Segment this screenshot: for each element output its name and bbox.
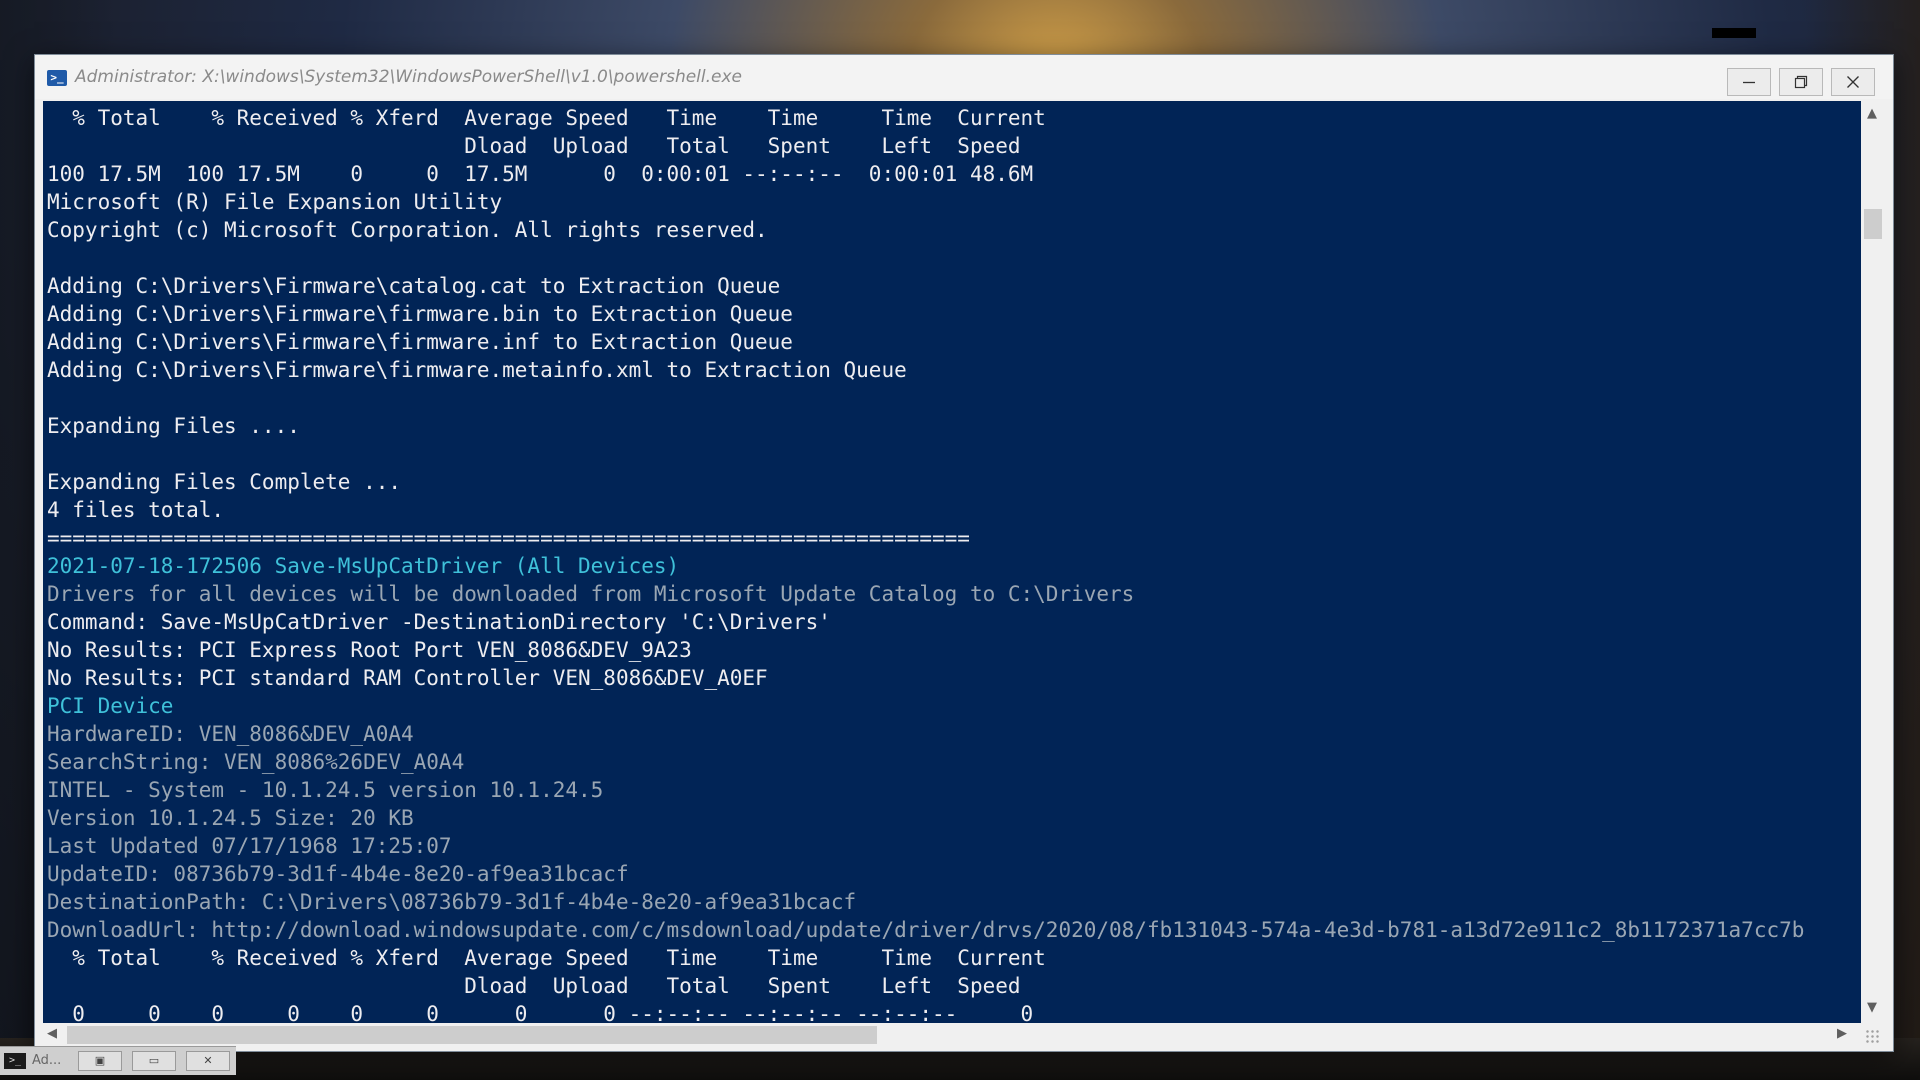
window-title: Administrator: X:\windows\System32\Windo… — [75, 67, 743, 87]
console-line: Adding C:\Drivers\Firmware\catalog.cat t… — [47, 274, 781, 298]
console-line: 4 files total. — [47, 498, 225, 522]
console-line: Adding C:\Drivers\Firmware\firmware.meta… — [47, 358, 907, 382]
title-bar[interactable]: >_ Administrator: X:\windows\System32\Wi… — [35, 55, 1893, 99]
console-line: Expanding Files .... — [47, 414, 300, 438]
resize-grip[interactable] — [1865, 1029, 1881, 1045]
scroll-right-icon[interactable]: ▶ — [1837, 1027, 1847, 1041]
console-line: No Results: PCI Express Root Port VEN_80… — [47, 638, 692, 662]
mini-maximize-button[interactable]: ▭ — [132, 1051, 176, 1071]
horizontal-scroll-thumb[interactable] — [67, 1026, 877, 1044]
console-text: % Total % Received % Xferd Average Speed… — [43, 101, 1861, 1023]
console-line: DestinationPath: C:\Drivers\08736b79-3d1… — [47, 890, 857, 914]
maximize-button[interactable] — [1779, 68, 1823, 96]
minimized-window-bar[interactable]: >_ Ad... ▣ ▭ ✕ — [0, 1046, 236, 1075]
console-line: % Total % Received % Xferd Average Speed… — [47, 106, 1046, 130]
vertical-scrollbar[interactable]: ▲ ▼ — [1861, 101, 1885, 1023]
console-line: ========================================… — [47, 526, 970, 550]
mini-close-button[interactable]: ✕ — [186, 1051, 230, 1071]
powershell-icon[interactable]: >_ — [47, 70, 67, 86]
console-line: SearchString: VEN_8086%26DEV_A0A4 — [47, 750, 465, 774]
console-line: UpdateID: 08736b79-3d1f-4b4e-8e20-af9ea3… — [47, 862, 629, 886]
console-line: Microsoft (R) File Expansion Utility — [47, 190, 503, 214]
scroll-up-icon[interactable]: ▲ — [1867, 107, 1877, 121]
console-output-area[interactable]: % Total % Received % Xferd Average Speed… — [43, 101, 1861, 1023]
console-line: Copyright (c) Microsoft Corporation. All… — [47, 218, 768, 242]
console-line: HardwareID: VEN_8086&DEV_A0A4 — [47, 722, 414, 746]
maximize-icon — [1794, 75, 1808, 89]
console-line: Dload Upload Total Spent Left Speed — [47, 134, 1021, 158]
console-line: INTEL - System - 10.1.24.5 version 10.1.… — [47, 778, 604, 802]
console-line: 2021-07-18-172506 Save-MsUpCatDriver (Al… — [47, 554, 680, 578]
console-line: Expanding Files Complete ... — [47, 470, 402, 494]
console-line: Last Updated 07/17/1968 17:25:07 — [47, 834, 452, 858]
minimize-button[interactable] — [1727, 68, 1771, 96]
console-line: Adding C:\Drivers\Firmware\firmware.inf … — [47, 330, 793, 354]
scroll-left-icon[interactable]: ◀ — [47, 1027, 57, 1041]
mini-restore-button[interactable]: ▣ — [78, 1051, 122, 1071]
console-line: 0 0 0 0 0 0 0 0 --:--:-- --:--:-- --:--:… — [47, 1002, 1034, 1023]
close-button[interactable] — [1831, 68, 1875, 96]
console-line: No Results: PCI standard RAM Controller … — [47, 666, 768, 690]
console-line: Drivers for all devices will be download… — [47, 582, 1135, 606]
console-line: % Total % Received % Xferd Average Speed… — [47, 946, 1046, 970]
console-line: Version 10.1.24.5 Size: 20 KB — [47, 806, 414, 830]
horizontal-scrollbar[interactable]: ◀ ▶ — [43, 1023, 1861, 1047]
vertical-scroll-thumb[interactable] — [1864, 209, 1882, 239]
console-line: Dload Upload Total Spent Left Speed — [47, 974, 1021, 998]
scroll-down-icon[interactable]: ▼ — [1867, 1001, 1877, 1015]
minimized-window-label: Ad... — [32, 1053, 62, 1068]
powershell-window: >_ Administrator: X:\windows\System32\Wi… — [34, 54, 1894, 1052]
console-line: Command: Save-MsUpCatDriver -Destination… — [47, 610, 831, 634]
console-line: PCI Device — [47, 694, 174, 718]
close-icon — [1847, 76, 1859, 88]
wallpaper-mark — [1712, 28, 1756, 38]
console-line: 100 17.5M 100 17.5M 0 0 17.5M 0 0:00:01 … — [47, 162, 1034, 186]
minimize-icon — [1743, 81, 1755, 84]
console-line: DownloadUrl: http://download.windowsupda… — [47, 918, 1805, 942]
console-icon: >_ — [4, 1053, 26, 1069]
console-line: Adding C:\Drivers\Firmware\firmware.bin … — [47, 302, 793, 326]
